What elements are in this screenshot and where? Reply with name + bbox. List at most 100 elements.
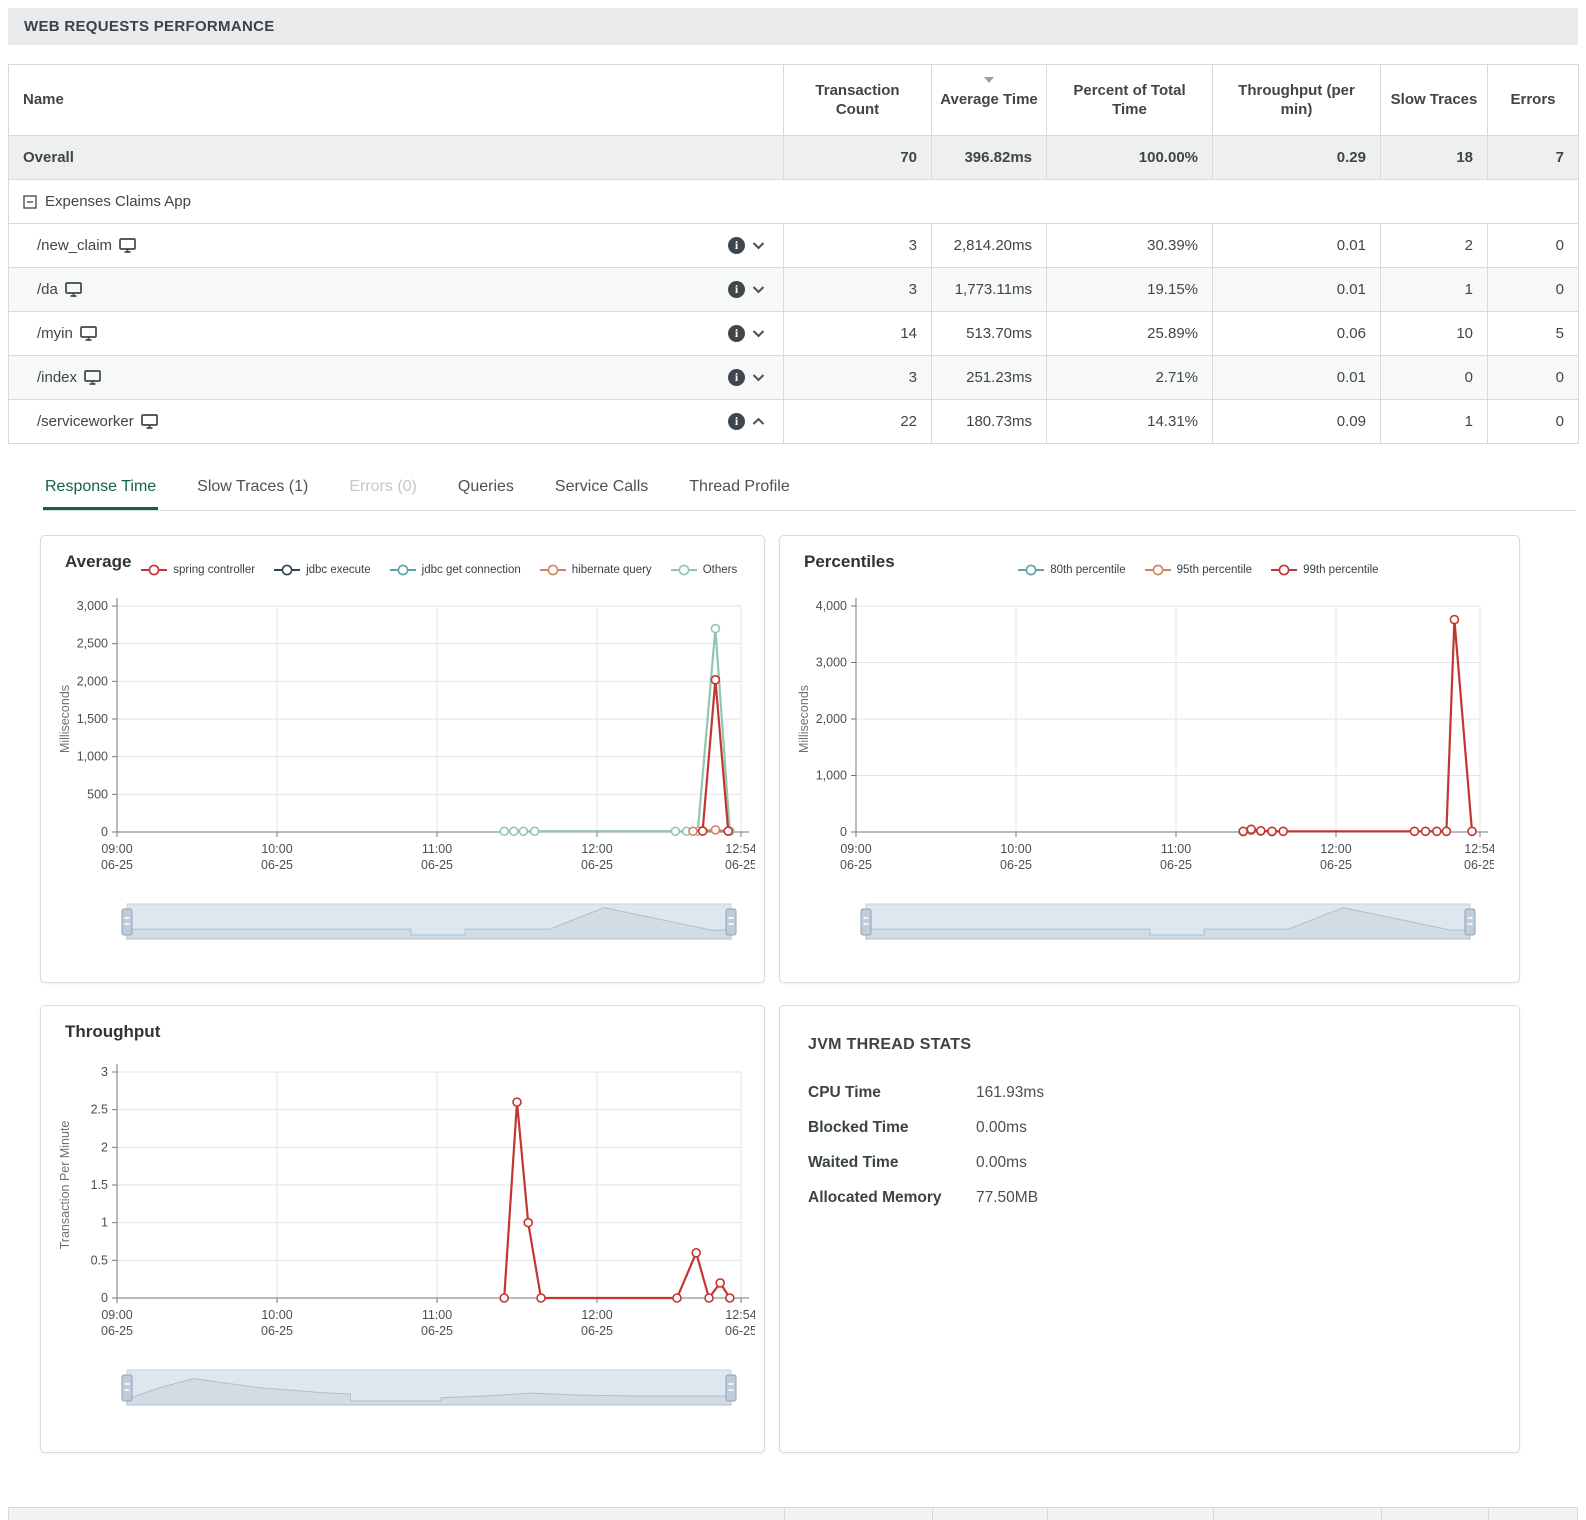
table-row[interactable]: /index 3251.23ms2.71%0.0100 xyxy=(9,356,1579,400)
info-icon[interactable] xyxy=(728,369,745,386)
info-icon[interactable] xyxy=(728,413,745,430)
svg-text:12:00: 12:00 xyxy=(581,1308,612,1322)
svg-text:10:00: 10:00 xyxy=(261,1308,292,1322)
svg-text:12:54: 12:54 xyxy=(725,842,755,856)
svg-text:12:54: 12:54 xyxy=(725,1308,755,1322)
svg-text:1.5: 1.5 xyxy=(91,1178,108,1192)
svg-text:2,000: 2,000 xyxy=(816,712,847,726)
legend-item[interactable]: Others xyxy=(670,564,738,576)
info-icon[interactable] xyxy=(728,237,745,254)
table-row[interactable]: /serviceworker 22180.73ms14.31%0.0910 xyxy=(9,400,1579,444)
table-row[interactable]: /da 31,773.11ms19.15%0.0110 xyxy=(9,268,1579,312)
tab-response-time[interactable]: Response Time xyxy=(43,470,158,510)
info-icon[interactable] xyxy=(728,325,745,342)
svg-text:06-25: 06-25 xyxy=(261,1324,293,1338)
chevron-down-icon[interactable] xyxy=(752,241,765,250)
time-range-selector[interactable] xyxy=(117,900,741,944)
time-range-selector[interactable] xyxy=(856,900,1480,944)
legend-marker-icon xyxy=(1017,564,1045,576)
legend-item[interactable]: spring controller xyxy=(140,564,255,576)
endpoint-name[interactable]: /da xyxy=(37,281,58,298)
monitor-icon xyxy=(65,282,82,297)
legend-item[interactable]: 99th percentile xyxy=(1270,564,1378,576)
monitor-icon xyxy=(80,326,97,341)
web-requests-performance-page: WEB REQUESTS PERFORMANCE Name Transactio… xyxy=(0,0,1586,1520)
web-requests-table: Name Transaction Count Average Time Perc… xyxy=(8,64,1579,444)
range-handle[interactable] xyxy=(861,909,871,935)
chart-title-throughput: Throughput xyxy=(65,1022,160,1042)
svg-text:06-25: 06-25 xyxy=(421,1324,453,1338)
table-row-overall[interactable]: Overall 70 396.82ms 100.00% 0.29 18 7 xyxy=(9,136,1579,180)
chevron-down-icon[interactable] xyxy=(752,285,765,294)
legend-average: spring controller jdbc execute jdbc get … xyxy=(131,564,746,576)
column-header-transaction-count[interactable]: Transaction Count xyxy=(784,65,932,136)
svg-text:4,000: 4,000 xyxy=(816,599,847,613)
average-response-time-panel: Average spring controller jdbc execute j… xyxy=(40,535,765,983)
svg-text:06-25: 06-25 xyxy=(101,1324,133,1338)
legend-item[interactable]: jdbc execute xyxy=(273,564,371,576)
chart-title-percentiles: Percentiles xyxy=(804,552,895,572)
column-header-percent-total[interactable]: Percent of Total Time xyxy=(1047,65,1213,136)
tab-thread-profile[interactable]: Thread Profile xyxy=(687,470,792,510)
collapse-group-icon[interactable] xyxy=(23,195,37,209)
throughput-line-chart: 09:0006-2510:0006-2511:0006-2512:0006-25… xyxy=(53,1046,755,1356)
monitor-icon xyxy=(141,414,158,429)
column-header-errors[interactable]: Errors xyxy=(1488,65,1579,136)
range-handle[interactable] xyxy=(1465,909,1475,935)
tab-slow-traces[interactable]: Slow Traces (1) xyxy=(195,470,310,510)
range-handle[interactable] xyxy=(726,1375,736,1401)
sort-desc-icon xyxy=(984,77,994,83)
table-row[interactable]: /new_claim 32,814.20ms30.39%0.0120 xyxy=(9,224,1579,268)
svg-text:09:00: 09:00 xyxy=(101,1308,132,1322)
legend-item[interactable]: 80th percentile xyxy=(1017,564,1125,576)
tab-queries[interactable]: Queries xyxy=(456,470,516,510)
endpoint-name[interactable]: /serviceworker xyxy=(37,413,134,430)
svg-text:0: 0 xyxy=(840,825,847,839)
svg-text:06-25: 06-25 xyxy=(840,858,872,872)
svg-text:12:00: 12:00 xyxy=(1320,842,1351,856)
legend-item[interactable]: 95th percentile xyxy=(1144,564,1252,576)
chevron-down-icon[interactable] xyxy=(752,373,765,382)
svg-text:2,500: 2,500 xyxy=(77,637,108,651)
range-handle[interactable] xyxy=(122,909,132,935)
svg-text:06-25: 06-25 xyxy=(581,1324,613,1338)
jvm-stat-row: Allocated Memory77.50MB xyxy=(808,1189,1519,1207)
column-header-average-time[interactable]: Average Time xyxy=(932,65,1047,136)
legend-item[interactable]: jdbc get connection xyxy=(389,564,521,576)
endpoint-name[interactable]: /myin xyxy=(37,325,73,342)
throughput-panel: Throughput 09:0006-2510:0006-2511:0006-2… xyxy=(40,1005,765,1453)
column-header-throughput[interactable]: Throughput (per min) xyxy=(1213,65,1381,136)
legend-percentiles: 80th percentile 95th percentile 99th per… xyxy=(895,564,1501,576)
svg-text:2.5: 2.5 xyxy=(91,1103,108,1117)
chevron-up-icon[interactable] xyxy=(752,417,765,426)
svg-text:Milliseconds: Milliseconds xyxy=(58,685,72,753)
range-handle[interactable] xyxy=(122,1375,132,1401)
endpoint-name[interactable]: /index xyxy=(37,369,77,386)
table-header-row: Name Transaction Count Average Time Perc… xyxy=(9,65,1579,136)
legend-item[interactable]: hibernate query xyxy=(539,564,652,576)
section-title-bar: WEB REQUESTS PERFORMANCE xyxy=(8,8,1578,45)
column-header-name[interactable]: Name xyxy=(9,65,784,136)
svg-text:10:00: 10:00 xyxy=(1000,842,1031,856)
svg-text:06-25: 06-25 xyxy=(1160,858,1192,872)
jvm-thread-stats-panel: JVM THREAD STATS CPU Time161.93ms Blocke… xyxy=(779,1005,1520,1453)
svg-text:1: 1 xyxy=(101,1216,108,1230)
tab-service-calls[interactable]: Service Calls xyxy=(553,470,650,510)
time-range-selector[interactable] xyxy=(117,1366,741,1410)
column-header-slow-traces[interactable]: Slow Traces xyxy=(1381,65,1488,136)
range-handle[interactable] xyxy=(726,909,736,935)
page-title: WEB REQUESTS PERFORMANCE xyxy=(8,18,275,35)
svg-text:12:00: 12:00 xyxy=(581,842,612,856)
monitor-icon xyxy=(84,370,101,385)
info-icon[interactable] xyxy=(728,281,745,298)
percentiles-line-chart: 09:0006-2510:0006-2511:0006-2512:0006-25… xyxy=(792,580,1494,890)
table-group-row[interactable]: Expenses Claims App xyxy=(9,180,1579,224)
table-row[interactable]: /myin 14513.70ms25.89%0.06105 xyxy=(9,312,1579,356)
jvm-stat-row: CPU Time161.93ms xyxy=(808,1084,1519,1102)
endpoint-name[interactable]: /new_claim xyxy=(37,237,112,254)
group-name: Expenses Claims App xyxy=(45,193,191,210)
svg-text:1,500: 1,500 xyxy=(77,712,108,726)
legend-marker-icon xyxy=(273,564,301,576)
svg-text:06-25: 06-25 xyxy=(421,858,453,872)
chevron-down-icon[interactable] xyxy=(752,329,765,338)
